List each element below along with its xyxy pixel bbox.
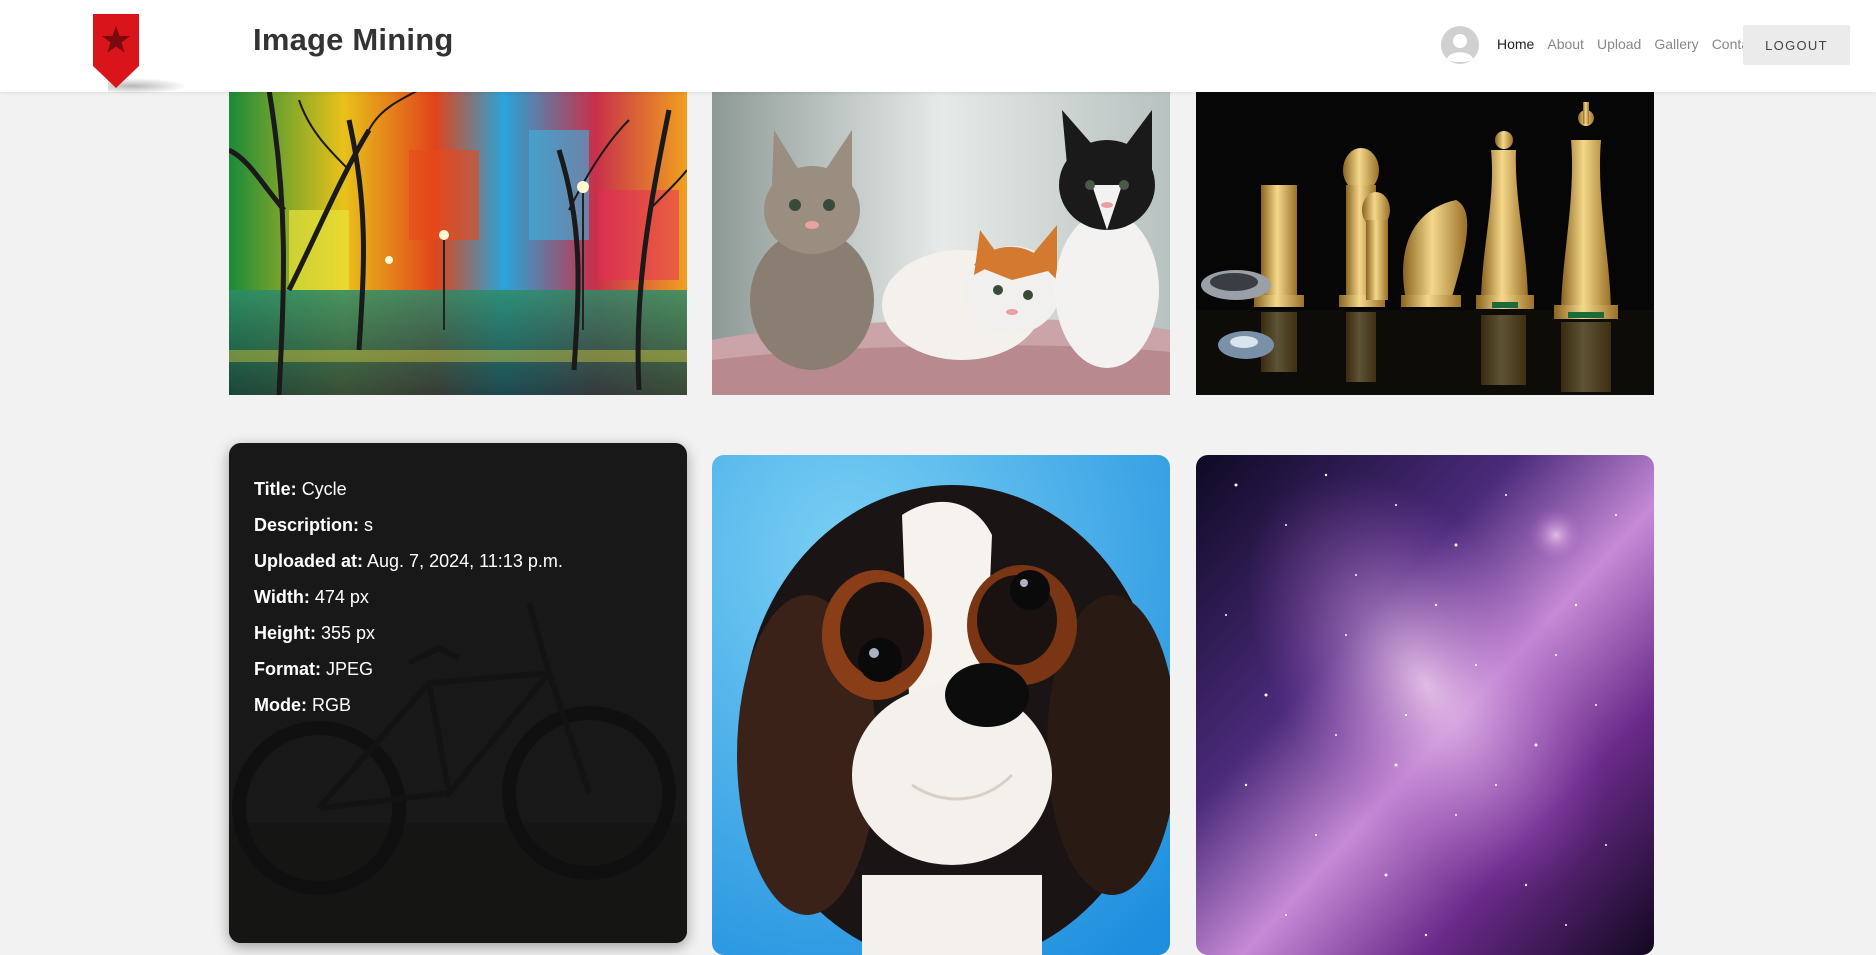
- detail-title-value: Cycle: [301, 479, 347, 499]
- detail-width-value: 474 px: [314, 587, 369, 607]
- site-header: Image Mining Home About Upload Gallery C…: [0, 0, 1876, 94]
- detail-height: Height: 355 px: [254, 622, 662, 644]
- gallery-image-chess[interactable]: [1196, 90, 1654, 395]
- detail-description-label: Description:: [254, 515, 360, 535]
- detail-title-label: Title:: [254, 479, 297, 499]
- gallery-image-kittens[interactable]: [712, 90, 1170, 395]
- detail-width: Width: 474 px: [254, 586, 662, 608]
- detail-mode-value: RGB: [312, 695, 352, 715]
- nav-home[interactable]: Home: [1497, 36, 1534, 52]
- gallery-image-galaxy[interactable]: [1196, 455, 1654, 955]
- bookmark-star-icon[interactable]: [93, 14, 139, 88]
- detail-title: Title: Cycle: [254, 478, 662, 500]
- image-details-overlay: Title: Cycle Description: s Uploaded at:…: [229, 443, 687, 943]
- detail-uploaded-value: Aug. 7, 2024, 11:13 p.m.: [367, 551, 563, 571]
- nav-gallery[interactable]: Gallery: [1654, 36, 1698, 52]
- detail-format-value: JPEG: [326, 659, 374, 679]
- user-avatar-icon[interactable]: [1441, 26, 1479, 64]
- nav-about[interactable]: About: [1547, 36, 1584, 52]
- detail-mode: Mode: RGB: [254, 694, 662, 716]
- site-title[interactable]: Image Mining: [253, 22, 453, 58]
- gallery-image-cycle-selected[interactable]: Title: Cycle Description: s Uploaded at:…: [229, 443, 687, 943]
- detail-height-label: Height:: [254, 623, 316, 643]
- detail-format: Format: JPEG: [254, 658, 662, 680]
- gallery-image-puppy[interactable]: [712, 455, 1170, 955]
- detail-format-label: Format:: [254, 659, 321, 679]
- detail-uploaded-label: Uploaded at:: [254, 551, 364, 571]
- detail-uploaded: Uploaded at: Aug. 7, 2024, 11:13 p.m.: [254, 550, 662, 572]
- gallery-image-forest-painting[interactable]: [229, 90, 687, 395]
- detail-description: Description: s: [254, 514, 662, 536]
- detail-height-value: 355 px: [321, 623, 376, 643]
- nav-upload[interactable]: Upload: [1597, 36, 1641, 52]
- logout-button[interactable]: LOGOUT: [1743, 25, 1850, 65]
- detail-mode-label: Mode:: [254, 695, 307, 715]
- main-nav: Home About Upload Gallery Contact: [1497, 36, 1773, 52]
- detail-width-label: Width:: [254, 587, 310, 607]
- detail-description-value: s: [364, 515, 374, 535]
